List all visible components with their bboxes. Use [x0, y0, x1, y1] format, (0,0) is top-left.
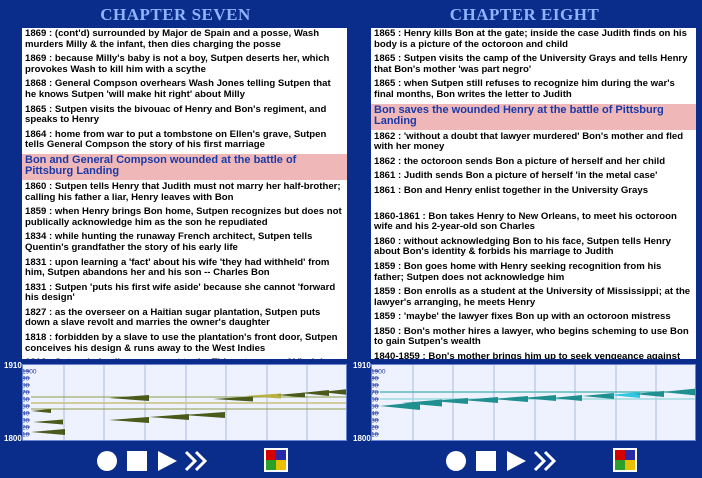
event-item[interactable]: 1831 : Sutpen 'puts his first wife aside… — [22, 282, 347, 306]
event-wedge — [31, 429, 65, 435]
timeline-grid[interactable]: 1900908070605040302010 — [22, 364, 347, 441]
event-wedge — [183, 412, 225, 418]
event-item[interactable]: 1865 : Henry kills Bon at the gate; insi… — [371, 28, 696, 52]
chapter-eight-panel: CHAPTER EIGHT 1865 : Henry kills Bon at … — [353, 0, 696, 478]
timeline-bottom-year: 1800 — [353, 434, 371, 443]
play-icon[interactable] — [505, 450, 527, 472]
event-item[interactable]: 1861 : Bon and Henry enlist together in … — [371, 185, 696, 199]
event-wedge — [33, 419, 63, 425]
event-item[interactable]: 1860 : Sutpen tells Henry that Judith mu… — [22, 181, 347, 205]
event-item[interactable]: 1864 : home from war to put a tombstone … — [22, 129, 347, 153]
chapter-map-icon[interactable] — [264, 448, 288, 472]
event-item[interactable]: 1865 : Sutpen visits the camp of the Uni… — [371, 53, 696, 77]
playback-controls — [353, 444, 696, 478]
event-item[interactable]: 1831 : upon learning a 'fact' about his … — [22, 257, 347, 281]
event-item[interactable]: 1865 : when Sutpen still refuses to reco… — [371, 78, 696, 102]
chapter-seven-panel: CHAPTER SEVEN 1869 : (cont'd) surrounded… — [4, 0, 347, 478]
stop-square-icon[interactable] — [126, 450, 148, 472]
event-item[interactable]: 1869 : (cont'd) surrounded by Major de S… — [22, 28, 347, 52]
chapter-map-icon[interactable] — [613, 448, 637, 472]
event-wedge — [149, 414, 189, 420]
event-wedge — [109, 395, 149, 401]
event-item[interactable]: 1862 : 'without a doubt that lawyer murd… — [371, 131, 696, 155]
event-wedge — [301, 390, 329, 396]
event-wedge — [662, 388, 695, 396]
timeline-top-year: 1910 — [353, 361, 371, 370]
event-list: 1869 : (cont'd) surrounded by Major de S… — [22, 28, 347, 359]
event-item[interactable]: 1860-1861 : Bon takes Henry to New Orlea… — [371, 211, 696, 235]
event-item[interactable]: 1859 : Bon goes home with Henry seeking … — [371, 261, 696, 285]
event-item[interactable]: 1827 : as the overseer on a Haitian suga… — [22, 307, 347, 331]
timeline: 1910 1800 1900908070605040302010 — [4, 361, 347, 443]
fast-forward-icon[interactable] — [533, 450, 559, 472]
event-item[interactable]: 1834 : while hunting the runaway French … — [22, 231, 347, 255]
chapter-title: CHAPTER EIGHT — [449, 5, 600, 24]
stop-square-icon[interactable] — [475, 450, 497, 472]
highlighted-event[interactable]: Bon saves the wounded Henry at the battl… — [371, 103, 696, 130]
event-wedge — [31, 409, 51, 413]
playback-controls — [4, 444, 347, 478]
event-item[interactable]: 1861 : Judith sends Bon a picture of her… — [371, 170, 696, 184]
timeline-bottom-year: 1800 — [4, 434, 22, 443]
event-item[interactable]: 1865 : Sutpen visits the bivouac of Henr… — [22, 104, 347, 128]
timeline-top-year: 1910 — [4, 361, 22, 370]
event-item[interactable]: 1860 : without acknowledging Bon to his … — [371, 236, 696, 260]
event-item[interactable]: 1859 : 'maybe' the lawyer fixes Bon up w… — [371, 311, 696, 325]
fast-forward-icon[interactable] — [184, 450, 210, 472]
play-icon[interactable] — [156, 450, 178, 472]
stop-circle-icon[interactable] — [445, 450, 467, 472]
event-item[interactable]: 1869 : because Milly's baby is not a boy… — [22, 53, 347, 77]
event-item[interactable]: 1850 : Bon's mother hires a lawyer, who … — [371, 326, 696, 350]
event-wedge — [109, 417, 149, 423]
event-wedge — [552, 395, 582, 401]
event-item[interactable]: 1868 : General Compson overhears Wash Jo… — [22, 78, 347, 102]
event-item[interactable]: 1818 : forbidden by a slave to use the p… — [22, 332, 347, 356]
event-wedge — [610, 392, 640, 398]
event-item[interactable]: 1818 : Sutpen's family moves east to the… — [22, 357, 347, 359]
timeline: 1910 1800 1900908070605040302010 — [353, 361, 696, 443]
event-item[interactable]: 1862 : the octoroon sends Bon a picture … — [371, 156, 696, 170]
timeline-grid[interactable]: 1900908070605040302010 — [371, 364, 696, 441]
event-item[interactable]: 1840-1859 : Bon's mother brings him up t… — [371, 351, 696, 359]
highlighted-event[interactable]: Bon and General Compson wounded at the b… — [22, 153, 347, 180]
event-wedge — [582, 393, 614, 399]
chapter-title: CHAPTER SEVEN — [100, 5, 251, 24]
event-list: 1865 : Henry kills Bon at the gate; insi… — [371, 28, 696, 359]
stop-circle-icon[interactable] — [96, 450, 118, 472]
event-item[interactable]: 1859 : when Henry brings Bon home, Sutpe… — [22, 206, 347, 230]
event-item[interactable]: 1859 : Bon enrolls as a student at the U… — [371, 286, 696, 310]
